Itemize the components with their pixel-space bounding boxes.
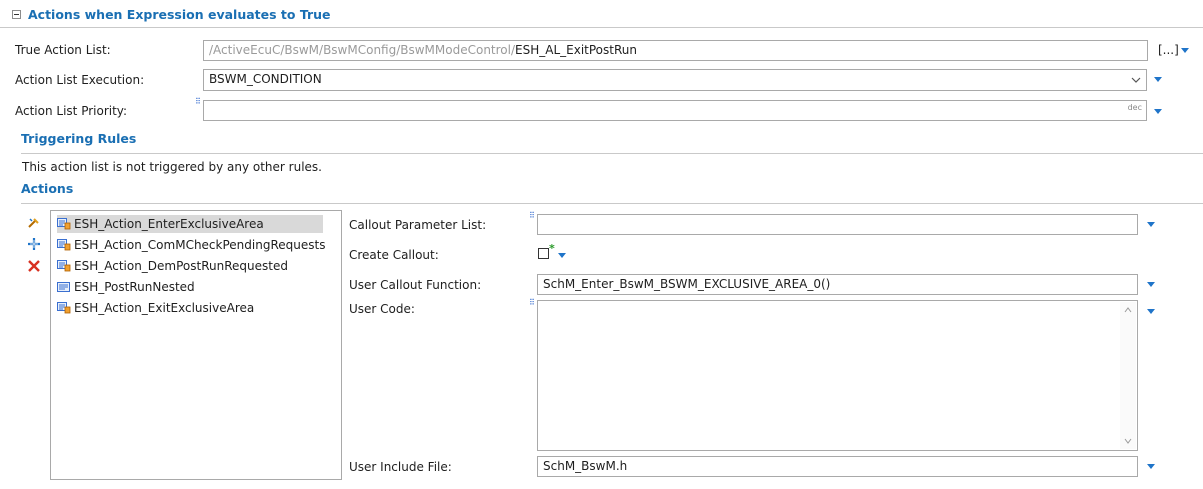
collapse-toggle[interactable]	[12, 10, 21, 19]
list-item-label: ESH_Action_DemPostRunRequested	[74, 259, 288, 273]
list-item-label: ESH_PostRunNested	[74, 280, 195, 294]
action-icon	[57, 218, 71, 230]
user-code-hint-icon: ⠿	[529, 298, 535, 307]
edit-action-icon[interactable]	[27, 216, 41, 230]
true-action-list-value: ESH_AL_ExitPostRun	[515, 43, 637, 57]
section-title: Actions when Expression evaluates to Tru…	[28, 7, 331, 22]
add-icon[interactable]	[27, 237, 41, 251]
user-include-file-dropdown-icon[interactable]	[1147, 464, 1155, 469]
true-action-list-field[interactable]: /ActiveEcuC/BswM/BswMConfig/BswMModeCont…	[203, 40, 1148, 61]
user-callout-function-label: User Callout Function:	[349, 278, 482, 292]
list-item[interactable]: ESH_Action_EnterExclusiveArea	[57, 215, 323, 233]
priority-unit: dec	[1127, 103, 1142, 112]
actions-list[interactable]: ESH_Action_EnterExclusiveArea ESH_Action…	[50, 210, 342, 480]
action-icon	[57, 260, 71, 272]
list-item[interactable]: ESH_Action_ComMCheckPendingRequests	[57, 236, 325, 254]
user-code-dropdown-icon[interactable]	[1147, 309, 1155, 314]
list-item-label: ESH_Action_EnterExclusiveArea	[74, 217, 264, 231]
true-action-list-dropdown-icon[interactable]	[1181, 48, 1189, 53]
user-code-textarea[interactable]	[537, 300, 1138, 451]
action-list-priority-input[interactable]: dec	[203, 100, 1147, 121]
user-code-scrollbar[interactable]	[1120, 302, 1136, 449]
actions-divider	[21, 203, 1203, 204]
callout-parameter-dropdown-icon[interactable]	[1147, 222, 1155, 227]
triggering-rules-divider	[21, 153, 1203, 154]
triggering-rules-title: Triggering Rules	[21, 131, 137, 146]
list-item[interactable]: ESH_Action_DemPostRunRequested	[57, 257, 288, 275]
user-callout-function-input[interactable]: SchM_Enter_BswM_BSWM_EXCLUSIVE_AREA_0()	[537, 274, 1138, 295]
actions-title: Actions	[21, 181, 74, 196]
action-list-priority-dropdown-icon[interactable]	[1154, 109, 1162, 114]
list-item-label: ESH_Action_ExitExclusiveArea	[74, 301, 255, 315]
create-callout-dropdown-icon[interactable]	[558, 253, 566, 258]
true-action-list-label: True Action List:	[15, 43, 111, 57]
scroll-up-icon[interactable]	[1124, 307, 1132, 313]
triggering-rules-message: This action list is not triggered by any…	[22, 160, 322, 174]
chevron-down-icon[interactable]	[1126, 70, 1146, 89]
user-callout-function-dropdown-icon[interactable]	[1147, 282, 1155, 287]
action-list-execution-label: Action List Execution:	[15, 73, 145, 87]
delete-icon[interactable]	[27, 259, 41, 273]
nested-list-icon	[57, 282, 70, 292]
user-include-file-label: User Include File:	[349, 460, 452, 474]
action-list-execution-select[interactable]: BSWM_CONDITION	[203, 69, 1147, 91]
callout-parameter-list-label: Callout Parameter List:	[349, 218, 487, 232]
priority-hint-icon: ⠿	[195, 97, 201, 106]
scroll-down-icon[interactable]	[1124, 438, 1132, 444]
create-callout-marker: *	[549, 242, 555, 255]
action-icon	[57, 302, 71, 314]
list-item[interactable]: ESH_PostRunNested	[57, 278, 195, 296]
callout-parameter-list-input[interactable]	[537, 214, 1138, 235]
user-include-file-input[interactable]: SchM_BswM.h	[537, 456, 1138, 477]
list-item-label: ESH_Action_ComMCheckPendingRequests	[74, 238, 326, 252]
true-action-list-path: /ActiveEcuC/BswM/BswMConfig/BswMModeCont…	[209, 43, 516, 57]
list-item[interactable]: ESH_Action_ExitExclusiveArea	[57, 299, 254, 317]
action-icon	[57, 239, 71, 251]
create-callout-checkbox[interactable]	[538, 248, 549, 259]
action-list-execution-value: BSWM_CONDITION	[209, 72, 322, 86]
header-divider	[0, 27, 1203, 28]
browse-button[interactable]: [...]	[1158, 43, 1179, 57]
action-list-priority-label: Action List Priority:	[15, 104, 128, 118]
action-list-execution-dropdown-icon[interactable]	[1154, 77, 1162, 82]
callout-param-hint-icon: ⠿	[529, 211, 535, 220]
user-code-label: User Code:	[349, 302, 415, 316]
create-callout-label: Create Callout:	[349, 248, 439, 262]
